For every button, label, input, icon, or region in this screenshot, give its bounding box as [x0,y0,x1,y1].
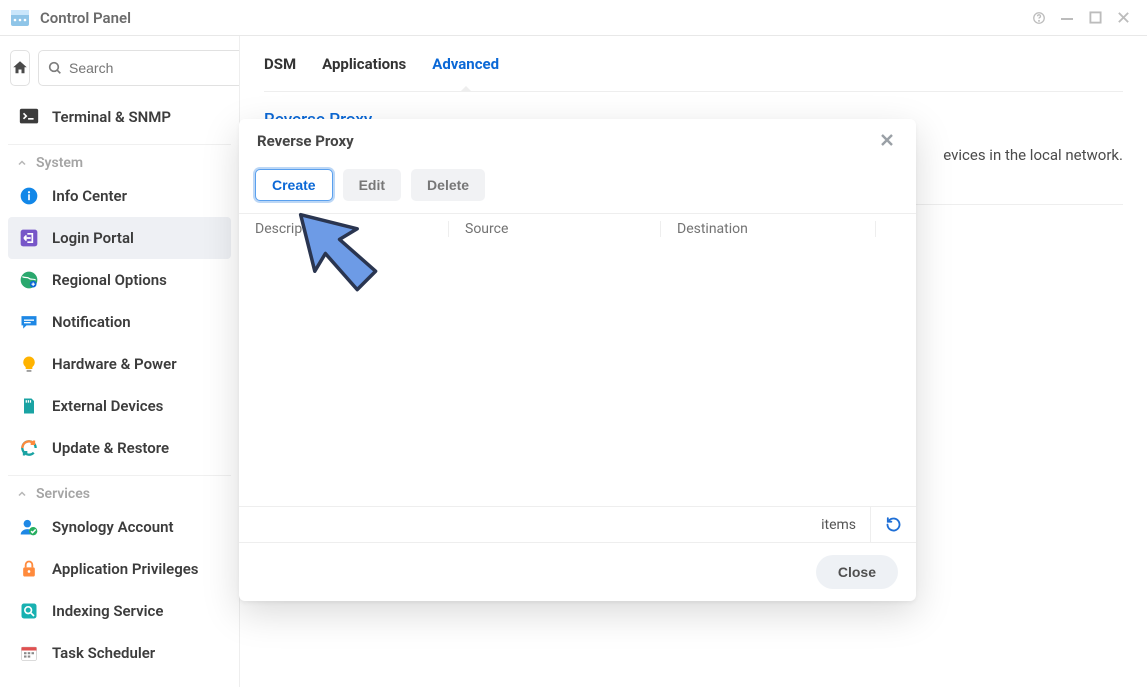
sidebar-item-hardware-power[interactable]: Hardware & Power [8,343,231,385]
login-portal-icon [18,227,40,249]
tab-advanced[interactable]: Advanced [432,37,499,91]
search-box[interactable] [38,50,240,86]
chevron-up-icon [16,488,28,500]
sidebar-item-task-scheduler[interactable]: Task Scheduler [8,632,231,674]
col-source[interactable]: Source [449,221,661,237]
sidebar-item-label: Update & Restore [52,439,169,457]
sidebar-item-notification[interactable]: Notification [8,301,231,343]
sidebar-item-label: Login Portal [52,229,134,247]
sd-card-icon [18,395,40,417]
titlebar: Control Panel [0,0,1147,36]
sidebar-item-label: Hardware & Power [52,355,177,373]
dialog-header: Reverse Proxy [239,119,916,163]
sync-icon [18,437,40,459]
lock-icon [18,558,40,580]
chevron-up-icon [16,157,28,169]
sidebar-item-regional-options[interactable]: Regional Options [8,259,231,301]
sidebar-item-external-devices[interactable]: External Devices [8,385,231,427]
sidebar-item-label: External Devices [52,397,163,415]
index-search-icon [18,600,40,622]
proxy-table: Description Source Destination [239,213,916,507]
search-icon [47,60,63,76]
app-icon [10,8,30,28]
sidebar-section-system[interactable]: System [8,144,231,175]
create-button[interactable]: Create [255,169,333,201]
refresh-button[interactable] [870,507,902,542]
tab-dsm[interactable]: DSM [264,37,296,91]
sidebar-item-label: Terminal & SNMP [52,108,171,126]
window-title: Control Panel [40,9,1025,27]
table-body-empty [239,244,916,506]
calendar-icon [18,642,40,664]
close-button[interactable]: Close [816,555,898,589]
delete-button: Delete [411,169,485,201]
sidebar-item-info-center[interactable]: Info Center [8,175,231,217]
sidebar-section-services[interactable]: Services [8,475,231,506]
bulb-icon [18,353,40,375]
sidebar-item-label: Application Privileges [52,560,199,578]
search-input[interactable] [69,60,240,76]
sidebar-item-label: Notification [52,313,131,331]
sidebar-item-terminal-snmp[interactable]: Terminal & SNMP [8,96,231,138]
sidebar-item-login-portal[interactable]: Login Portal [8,217,231,259]
tab-applications[interactable]: Applications [322,37,406,91]
sidebar-item-label: Task Scheduler [52,644,155,662]
home-button[interactable] [10,50,30,86]
table-header: Description Source Destination [239,214,916,244]
sidebar-item-update-restore[interactable]: Update & Restore [8,427,231,469]
globe-icon [18,269,40,291]
minimize-button[interactable] [1053,4,1081,32]
tab-bar: DSM Applications Advanced [264,36,1123,92]
info-icon [18,185,40,207]
home-icon [11,59,29,77]
col-destination[interactable]: Destination [661,221,876,237]
sidebar-item-synology-account[interactable]: Synology Account [8,506,231,548]
close-window-button[interactable] [1109,4,1137,32]
sidebar-item-label: Regional Options [52,271,167,289]
dialog-status-bar: items [239,507,916,543]
edit-button: Edit [343,169,401,201]
maximize-button[interactable] [1081,4,1109,32]
dialog-title: Reverse Proxy [257,132,876,150]
sidebar-item-application-privileges[interactable]: Application Privileges [8,548,231,590]
close-icon [880,133,894,147]
dialog-close-button[interactable] [876,127,898,156]
dialog-footer: Close [239,543,916,601]
items-count-label: items [821,517,856,533]
control-panel-window: Control Panel Terminal & SNMP [0,0,1147,687]
reverse-proxy-dialog: Reverse Proxy Create Edit Delete Descrip… [239,119,916,601]
dialog-toolbar: Create Edit Delete [239,163,916,213]
sidebar-item-label: Info Center [52,187,127,205]
terminal-icon [18,106,40,128]
chat-icon [18,311,40,333]
refresh-icon [885,516,902,533]
sidebar-item-label: Indexing Service [52,602,163,620]
col-description[interactable]: Description [239,221,449,237]
sidebar-item-label: Synology Account [52,518,174,536]
help-button[interactable] [1025,4,1053,32]
sidebar: Terminal & SNMP System Info Center Login… [0,36,240,687]
sidebar-item-indexing-service[interactable]: Indexing Service [8,590,231,632]
account-icon [18,516,40,538]
